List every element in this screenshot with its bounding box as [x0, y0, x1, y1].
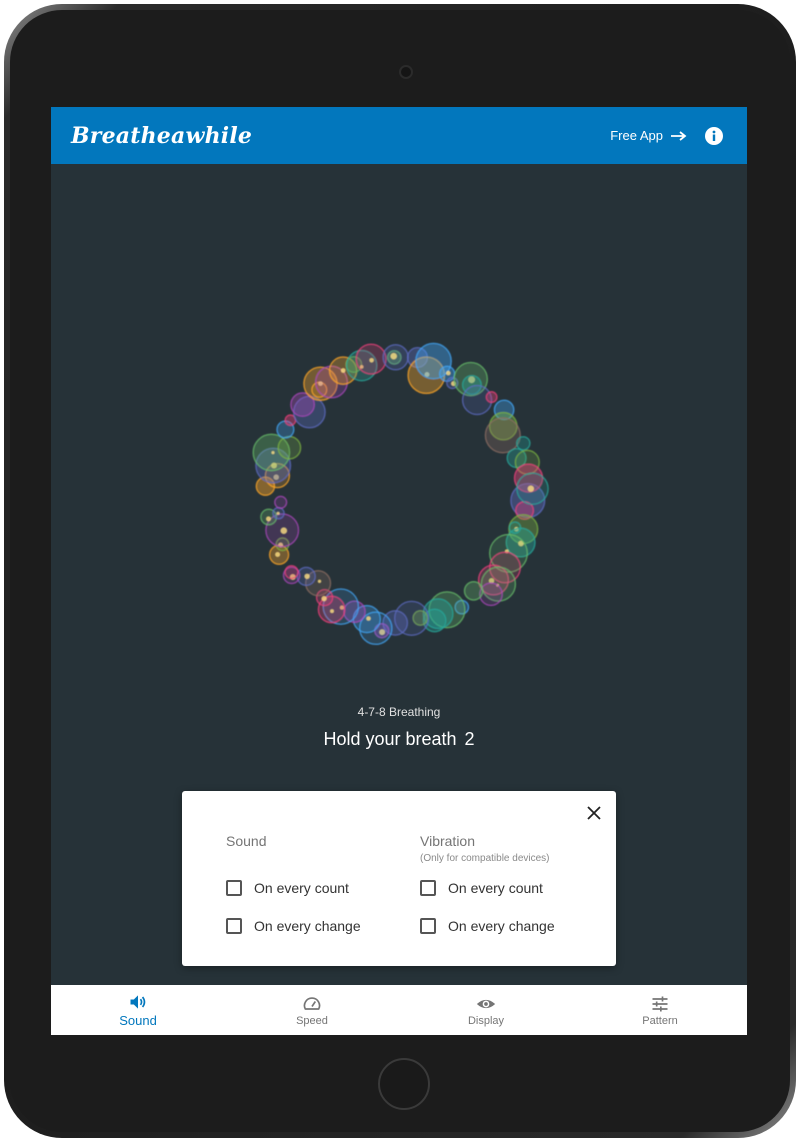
bubble — [284, 564, 299, 580]
info-icon[interactable] — [705, 126, 723, 145]
bubble-highlight — [321, 595, 327, 602]
nav-label: Display — [467, 1014, 505, 1027]
checkbox[interactable] — [226, 880, 242, 896]
bottom-navigation: Sound Speed Display Pattern — [51, 985, 747, 1035]
bubble-highlight — [366, 616, 371, 621]
volume-icon — [130, 995, 146, 1009]
instruction-text: Hold your breath — [323, 729, 457, 749]
bubble-highlight — [271, 451, 275, 455]
bubble — [274, 495, 288, 509]
nav-label: Pattern — [642, 1014, 678, 1027]
bubble-highlight — [275, 552, 281, 557]
sound-every-change-option[interactable]: On every change — [226, 907, 361, 945]
nav-label: Sound — [119, 1013, 157, 1028]
sound-settings-panel: Sound On every count On every change Vib… — [182, 791, 616, 966]
close-icon[interactable] — [586, 805, 602, 821]
nav-label: Speed — [296, 1014, 328, 1027]
breath-instruction: Hold your breath 2 — [51, 729, 747, 750]
bubble-highlight — [340, 368, 346, 373]
pattern-name: 4-7-8 Breathing — [357, 705, 441, 719]
app-bar-actions: Free App — [610, 126, 723, 145]
home-button[interactable] — [378, 1058, 430, 1110]
app-screen: Breatheawhile Free App 4-7-8 Breathing H… — [51, 107, 747, 1035]
bubble-highlight — [527, 485, 534, 492]
vibration-options: Vibration (Only for compatible devices) … — [420, 833, 555, 945]
bubble — [515, 435, 531, 451]
vibration-every-change-option[interactable]: On every change — [420, 907, 555, 945]
bubble-highlight — [369, 358, 374, 363]
vibration-subtitle: (Only for compatible devices) — [420, 853, 550, 864]
vibration-every-count-option[interactable]: On every count — [420, 869, 555, 907]
bubble — [277, 435, 302, 460]
free-app-label: Free App — [610, 128, 663, 143]
bubble — [479, 582, 503, 607]
sound-options: Sound On every count On every change — [226, 833, 361, 945]
checkbox[interactable] — [226, 918, 242, 934]
checkbox[interactable] — [420, 918, 436, 934]
app-bar: Breatheawhile Free App — [51, 107, 747, 164]
option-label: On every change — [448, 918, 555, 934]
bubble-highlight — [276, 511, 280, 515]
sound-every-count-option[interactable]: On every count — [226, 869, 361, 907]
eye-icon — [476, 999, 496, 1008]
nav-display[interactable]: Display — [399, 985, 573, 1035]
option-label: On every count — [448, 880, 543, 896]
option-label: On every count — [254, 880, 349, 896]
nav-pattern[interactable]: Pattern — [573, 985, 747, 1035]
bubble — [484, 417, 521, 454]
bubble — [463, 581, 484, 601]
app-logo[interactable]: Breatheawhile — [71, 123, 252, 149]
checkbox[interactable] — [420, 880, 436, 896]
breath-count: 2 — [464, 729, 475, 749]
speedometer-icon — [303, 996, 321, 1010]
bubble-highlight — [304, 573, 310, 579]
vibration-title: Vibration — [420, 833, 476, 849]
nav-speed[interactable]: Speed — [225, 985, 399, 1035]
nav-sound[interactable]: Sound — [51, 985, 225, 1035]
bubble-highlight — [266, 516, 271, 522]
sliders-icon — [652, 996, 668, 1011]
bubble-highlight — [280, 527, 288, 534]
bubble-highlight — [317, 579, 322, 583]
camera-icon — [399, 65, 413, 79]
arrow-right-icon — [671, 130, 687, 141]
bubble — [485, 391, 498, 404]
option-label: On every change — [254, 918, 361, 934]
breathing-animation — [252, 342, 549, 646]
bubble-highlight — [330, 609, 334, 614]
sound-title: Sound — [226, 833, 267, 849]
bubble-highlight — [446, 370, 451, 376]
free-app-link[interactable]: Free App — [610, 128, 687, 143]
bubble-highlight — [390, 352, 398, 360]
